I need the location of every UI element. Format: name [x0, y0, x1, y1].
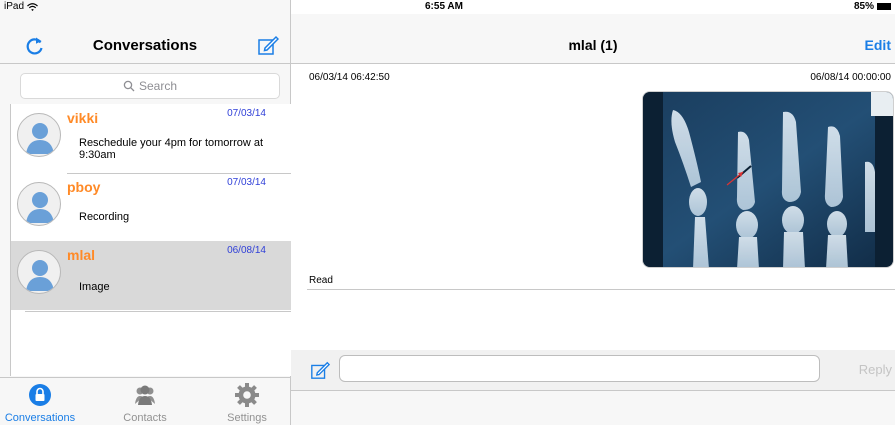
chat-navbar: mlal (1) Edit [291, 14, 895, 64]
image-attachment[interactable] [642, 91, 894, 268]
battery-percent: 85% [853, 1, 874, 12]
battery-icon [877, 3, 891, 10]
status-bar: iPad 6:55 AM 85% [0, 0, 895, 14]
avatar [17, 182, 61, 226]
bottom-toolbar [291, 390, 895, 425]
conversation-item-vikki[interactable]: vikki 07/03/14 Reschedule your 4pm for t… [11, 104, 292, 173]
message-thread: 06/03/14 06:42:50 06/08/14 00:00:00 Read [291, 65, 895, 350]
tab-label: Conversations [4, 412, 76, 424]
conversation-name: mlal [67, 247, 96, 263]
message-timestamp: 06/08/14 00:00:00 [810, 72, 891, 83]
lock-icon [29, 384, 51, 406]
conversation-name: vikki [67, 110, 99, 126]
avatar [17, 250, 61, 294]
reply-input[interactable] [339, 355, 820, 382]
reply-bar: Reply [291, 350, 895, 390]
contacts-icon [135, 385, 155, 405]
read-status: Read [309, 275, 333, 286]
conversation-item-pboy[interactable]: pboy 07/03/14 Recording [11, 173, 292, 242]
gear-icon [235, 383, 259, 407]
device-name: iPad [4, 1, 25, 12]
edit-button[interactable]: Edit [865, 37, 891, 53]
message-timestamp: 06/03/14 06:42:50 [309, 72, 390, 83]
search-input[interactable]: Search [20, 73, 280, 99]
conversation-item-mlal[interactable]: mlal 06/08/14 Image [11, 241, 292, 310]
conversation-name: pboy [67, 179, 101, 195]
xray-image [643, 92, 893, 267]
tab-conversations[interactable]: Conversations [0, 378, 80, 425]
search-bar: Search [10, 70, 280, 102]
conversation-preview: Image [79, 281, 110, 293]
search-icon [123, 80, 135, 92]
conversation-date: 06/08/14 [227, 245, 266, 256]
avatar [17, 113, 61, 157]
compose-icon[interactable] [257, 34, 279, 56]
tab-label: Contacts [123, 412, 167, 424]
status-time: 6:55 AM [425, 1, 463, 12]
tab-label: Settings [227, 412, 267, 424]
conversations-panel: Conversations Search vikki 07/03/14 Resc… [0, 0, 292, 425]
divider [25, 311, 292, 312]
divider [307, 289, 895, 290]
search-placeholder: Search [138, 79, 178, 93]
tab-settings[interactable]: Settings [207, 378, 287, 425]
conversation-preview: Reschedule your 4pm for tomorrow at 9:30… [79, 137, 264, 161]
tab-contacts[interactable]: Contacts [105, 378, 185, 425]
chat-title: mlal (1) [568, 37, 618, 53]
conversation-date: 07/03/14 [227, 177, 266, 188]
wifi-icon [27, 2, 38, 11]
conversation-preview: Recording [79, 211, 130, 223]
conversations-navbar: Conversations [0, 14, 290, 64]
compose-icon[interactable] [310, 360, 330, 380]
conversation-date: 07/03/14 [227, 108, 266, 119]
page-title: Conversations [92, 37, 198, 54]
reply-button[interactable]: Reply [859, 362, 892, 377]
conversation-list: vikki 07/03/14 Reschedule your 4pm for t… [10, 104, 292, 376]
tab-bar: Conversations Contacts Settings [0, 377, 290, 425]
